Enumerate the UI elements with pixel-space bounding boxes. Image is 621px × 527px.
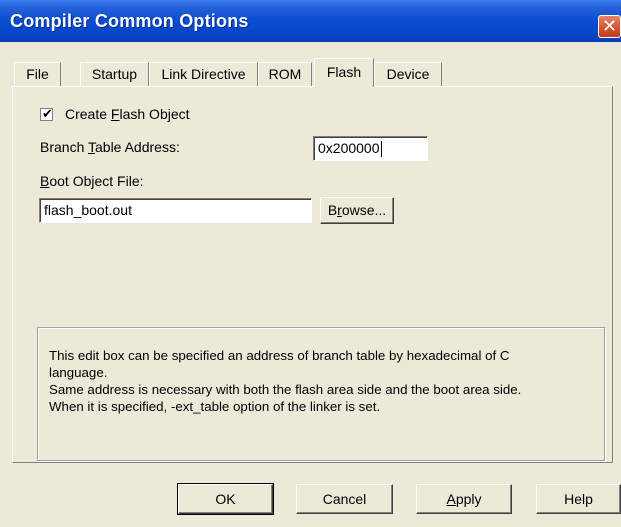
tab-rom[interactable]: ROM	[258, 62, 312, 86]
close-button[interactable]: ✕	[598, 15, 621, 38]
tab-link-directive[interactable]: Link Directive	[149, 62, 258, 86]
ok-button[interactable]: OK	[177, 483, 274, 515]
help-line: When it is specified, -ext_table option …	[49, 399, 381, 414]
title-bar[interactable]: Compiler Common Options ✕	[0, 0, 621, 42]
help-line: This edit box can be specified an addres…	[49, 348, 510, 363]
boot-object-file-input[interactable]: flash_boot.out	[39, 198, 312, 223]
window-title: Compiler Common Options	[10, 11, 249, 31]
tab-file[interactable]: File	[14, 62, 61, 86]
checkbox-box[interactable]: ✔	[40, 106, 53, 121]
help-line: language.	[49, 365, 108, 380]
tab-strip: File Startup Link Directive ROM Flash De…	[0, 58, 621, 87]
apply-button[interactable]: Apply	[416, 484, 512, 514]
tab-device[interactable]: Device	[374, 62, 442, 86]
browse-button[interactable]: Browse...	[320, 197, 394, 224]
tab-startup[interactable]: Startup	[80, 62, 149, 86]
close-icon: ✕	[601, 16, 618, 36]
text-caret	[380, 141, 382, 158]
cancel-button[interactable]: Cancel	[296, 484, 393, 514]
check-icon: ✔	[42, 106, 53, 121]
tab-flash[interactable]: Flash	[314, 58, 374, 87]
help-line: Same address is necessary with both the …	[49, 382, 522, 397]
create-flash-object-label: Create Flash Object	[65, 106, 190, 122]
dialog-window: Compiler Common Options ✕ File Startup L…	[0, 0, 621, 527]
help-description-text: This edit box can be specified an addres…	[49, 347, 594, 415]
boot-object-file-label: Boot Object File:	[40, 173, 144, 189]
branch-table-address-label: Branch Table Address:	[40, 139, 180, 155]
branch-table-address-input[interactable]: 0x200000	[313, 136, 428, 161]
help-button[interactable]: Help	[536, 484, 621, 514]
